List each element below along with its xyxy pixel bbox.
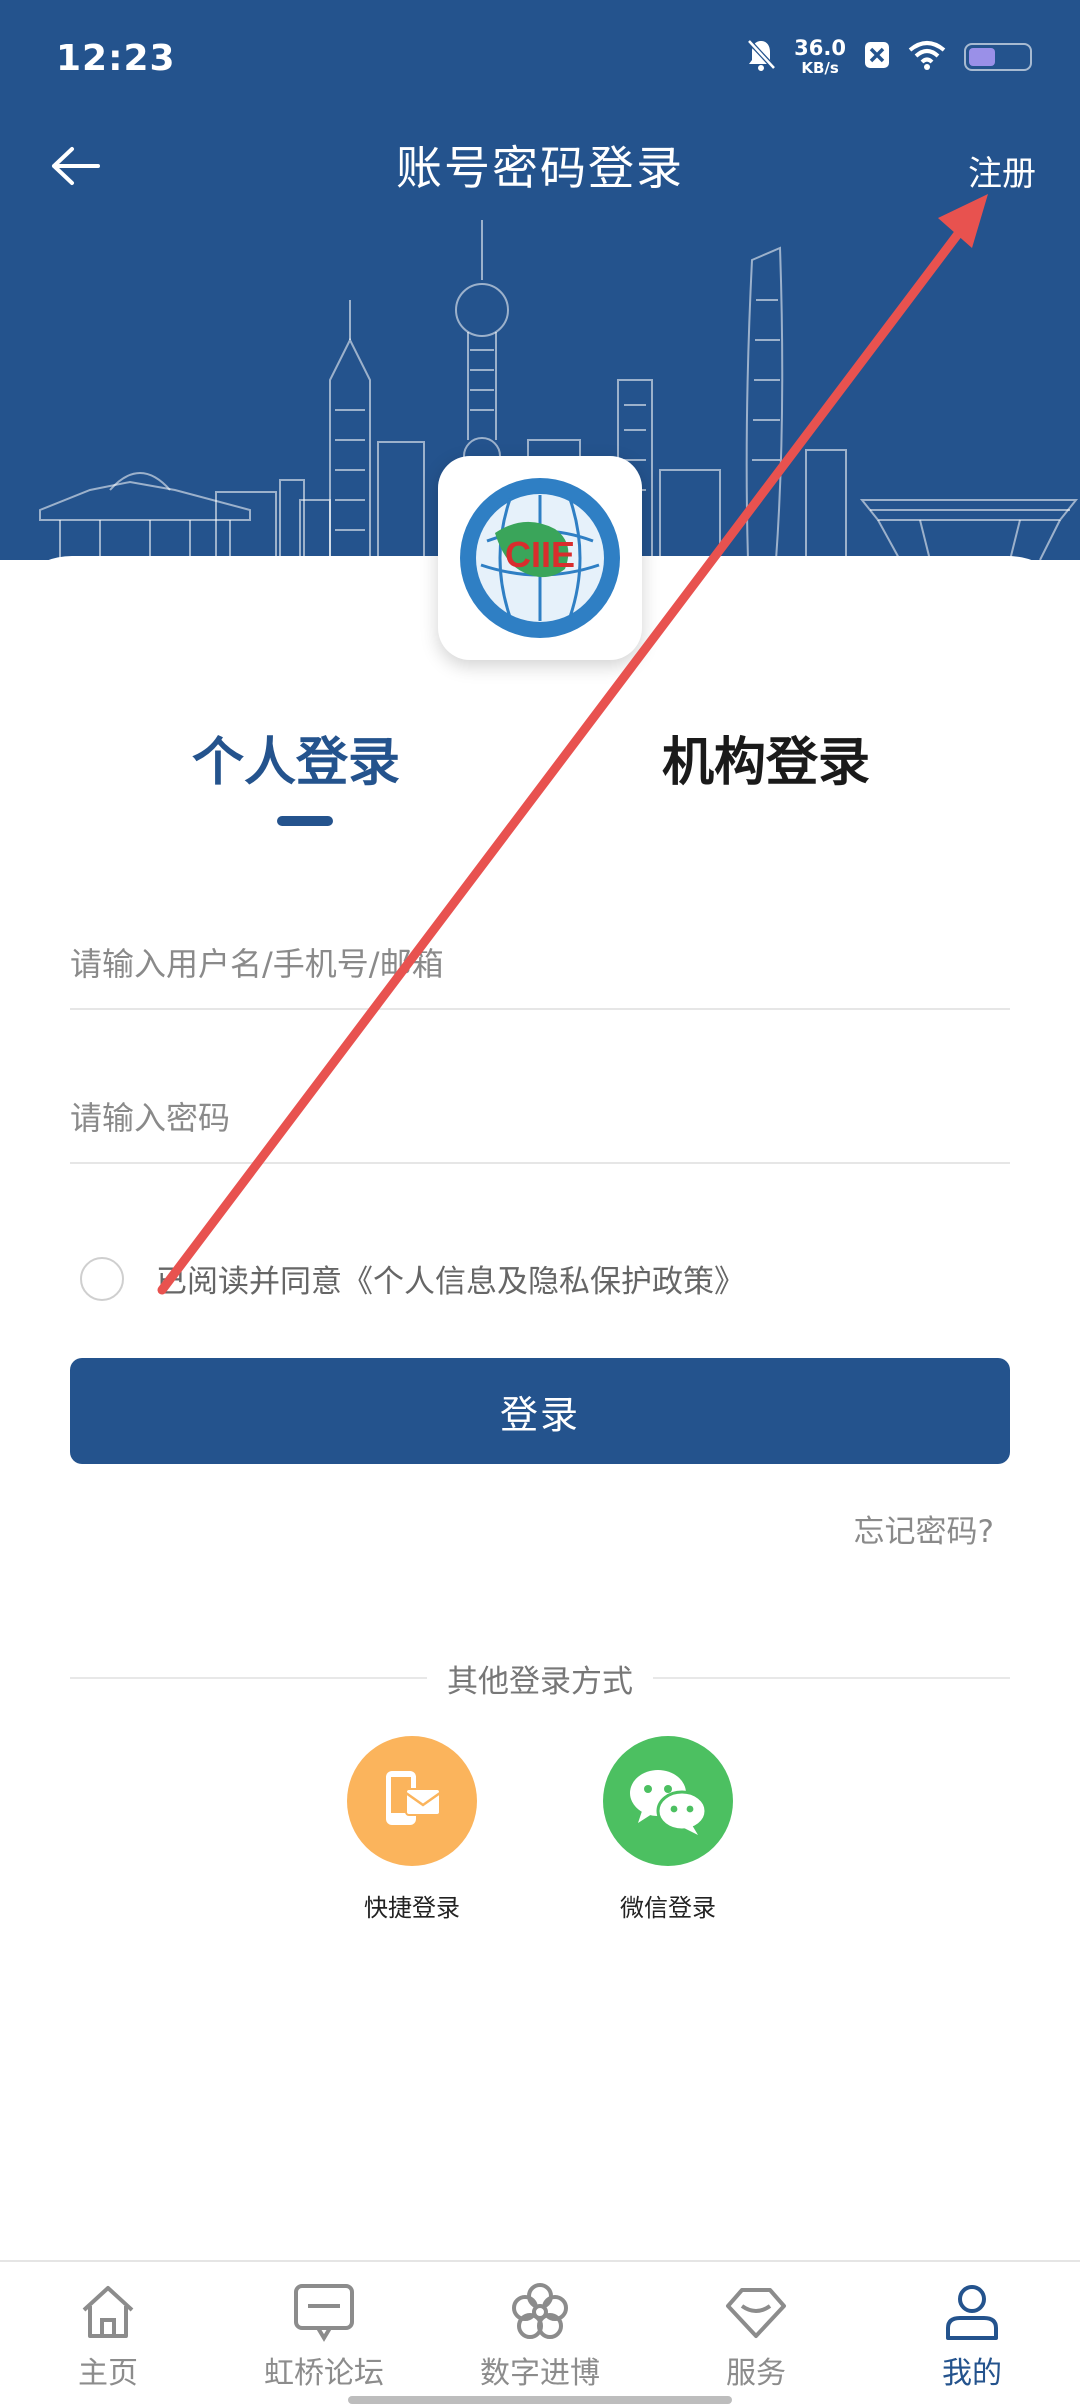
- bottom-tab-bar: 主页 虹桥论坛 数字进博 服务 我的: [0, 2260, 1080, 2408]
- tabbar-item-mine[interactable]: 我的: [864, 2262, 1080, 2408]
- register-button[interactable]: 注册: [968, 146, 1036, 195]
- forgot-password-link[interactable]: 忘记密码?: [854, 1506, 994, 1551]
- wechat-icon: [630, 1770, 708, 1835]
- wechat-login-button[interactable]: 微信登录: [588, 1736, 748, 1923]
- user-icon: [946, 2285, 998, 2340]
- other-login-label: 其他登录方式: [447, 1663, 633, 1700]
- tabbar-item-digital-expo[interactable]: 数字进博: [432, 2262, 648, 2408]
- divider-line-left: [70, 1677, 427, 1679]
- password-input[interactable]: [70, 1099, 1010, 1137]
- wechat-login-icon-circle: [603, 1736, 733, 1866]
- tabbar-item-service[interactable]: 服务: [648, 2262, 864, 2408]
- tab-org-login[interactable]: 机构登录: [662, 720, 870, 795]
- agreement-radio[interactable]: [80, 1256, 124, 1301]
- username-field-container: [70, 920, 1010, 1010]
- net-speed: 36.0 KB/s: [794, 38, 846, 76]
- tabbar-label-forum: 虹桥论坛: [264, 2356, 384, 2391]
- wechat-login-label: 微信登录: [620, 1894, 716, 1922]
- globe-icon: CIIE: [460, 478, 620, 638]
- phone-icon: [386, 1771, 441, 1825]
- agreement-row: 已阅读并同意《个人信息及隐私保护政策》: [80, 1256, 745, 1301]
- service-icon: [726, 2288, 786, 2338]
- status-icons: 36.0 KB/s: [746, 38, 1032, 76]
- tab-personal-login[interactable]: 个人登录: [192, 720, 400, 795]
- net-speed-unit: KB/s: [801, 59, 839, 77]
- wifi-icon: [908, 40, 946, 74]
- home-indicator[interactable]: [348, 2396, 732, 2404]
- status-bar: 12:23 36.0 KB/s: [0, 0, 1080, 120]
- tabbar-item-forum[interactable]: 虹桥论坛: [216, 2262, 432, 2408]
- login-button[interactable]: 登录: [70, 1358, 1010, 1464]
- status-time: 12:23: [56, 38, 176, 79]
- home-icon: [82, 2286, 134, 2338]
- flower-icon: [512, 2283, 568, 2339]
- svg-text:CIIE: CIIE: [505, 534, 575, 575]
- username-input[interactable]: [70, 945, 1010, 983]
- tabbar-label-service: 服务: [726, 2356, 786, 2391]
- tabbar-label-home: 主页: [78, 2356, 138, 2391]
- quick-login-icon-circle: [347, 1736, 477, 1866]
- password-field-container: [70, 1074, 1010, 1164]
- battery-level: [969, 48, 995, 66]
- tabbar-label-mine: 我的: [942, 2356, 1002, 2391]
- agreement-text[interactable]: 已阅读并同意《个人信息及隐私保护政策》: [156, 1256, 745, 1301]
- x-badge-icon: [864, 41, 890, 73]
- quick-login-label: 快捷登录: [364, 1894, 460, 1922]
- net-speed-value: 36.0: [794, 36, 846, 60]
- bell-off-icon: [746, 38, 777, 76]
- other-login-divider: 其他登录方式: [70, 1656, 1010, 1700]
- quick-login-button[interactable]: 快捷登录: [332, 1736, 492, 1923]
- forum-icon: [294, 2284, 354, 2342]
- tabbar-item-home[interactable]: 主页: [0, 2262, 216, 2408]
- tabbar-label-digital-expo: 数字进博: [480, 2356, 600, 2391]
- active-tab-indicator: [277, 816, 333, 826]
- ciie-logo: CIIE: [438, 456, 642, 660]
- nav-bar: 账号密码登录 注册: [0, 120, 1080, 220]
- battery-icon: [964, 43, 1032, 71]
- divider-line-right: [653, 1677, 1010, 1679]
- page-title: 账号密码登录: [396, 141, 684, 195]
